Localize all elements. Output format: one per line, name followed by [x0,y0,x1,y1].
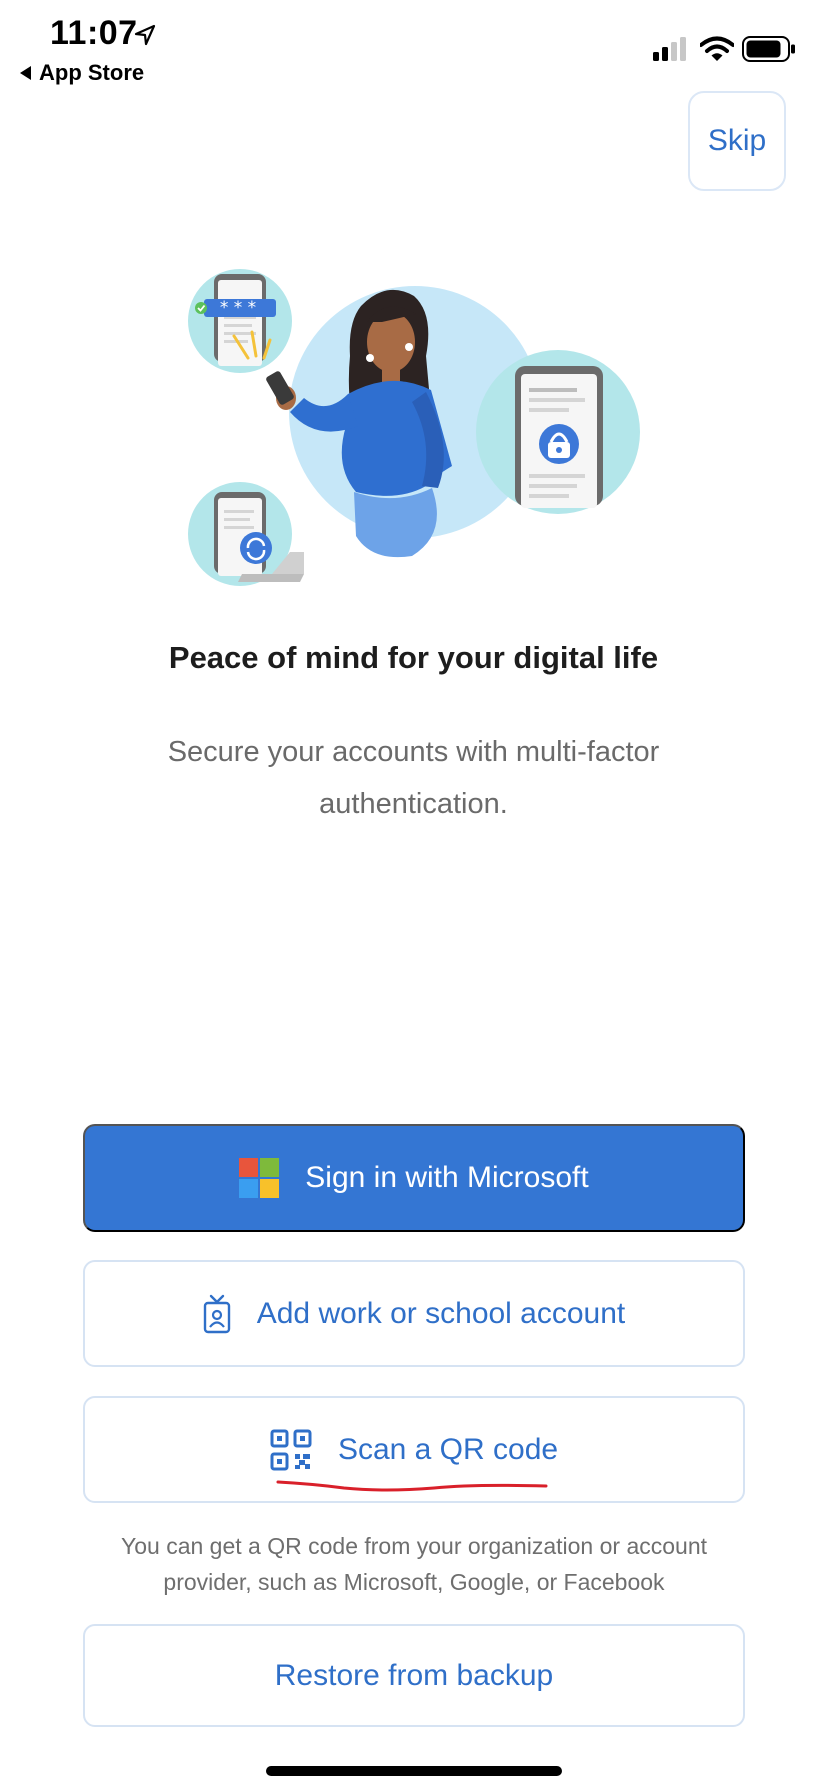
sign-in-with-microsoft-label: Sign in with Microsoft [305,1161,589,1194]
skip-button[interactable]: Skip [688,91,786,191]
hero-illustration: * * * [188,269,640,586]
add-work-or-school-account-label: Add work or school account [256,1296,626,1330]
red-annotation-underline [276,1480,548,1492]
back-to-app-store-link[interactable]: App Store [20,60,144,86]
cellular-signal-icon [653,37,686,61]
qr-code-icon [270,1429,312,1471]
back-triangle-icon [20,66,31,80]
restore-from-backup-button[interactable]: Restore from backup [83,1624,745,1727]
battery-icon [742,36,795,62]
status-time: 11:07 [50,14,138,52]
back-link-label: App Store [39,60,145,85]
restore-from-backup-label: Restore from backup [274,1658,554,1692]
sign-in-with-microsoft-button[interactable]: Sign in with Microsoft [83,1124,745,1232]
add-work-or-school-account-button[interactable]: Add work or school account [83,1260,745,1367]
status-bar: 11:07 App Store [0,0,827,96]
scan-qr-code-label: Scan a QR code [337,1432,559,1466]
location-arrow-icon [134,24,156,46]
qr-code-hint: You can get a QR code from your organiza… [121,1533,707,1595]
page-subtitle: Secure your accounts with multi-factor a… [167,736,660,820]
svg-text:* * *: * * * [220,298,256,318]
home-indicator[interactable] [266,1766,562,1776]
page-title: Peace of mind for your digital life [168,640,659,675]
wifi-icon [700,36,734,61]
badge-icon [203,1294,231,1334]
microsoft-logo-icon [239,1158,280,1198]
